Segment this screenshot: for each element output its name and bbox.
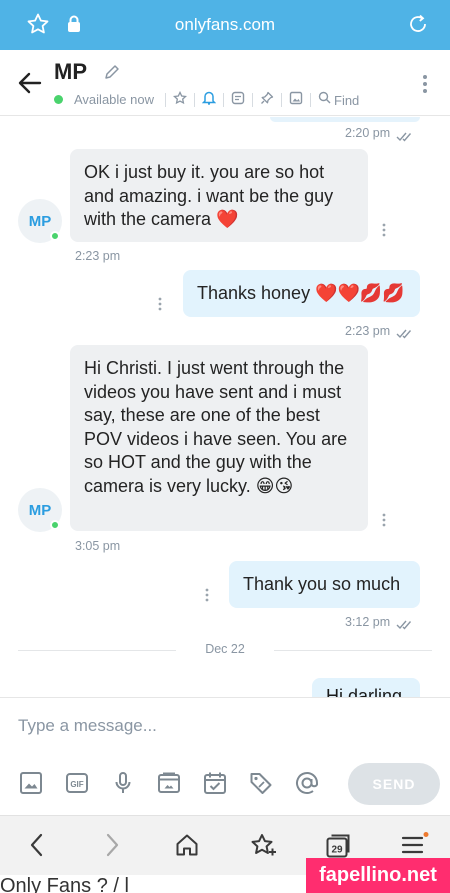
url-text[interactable]: onlyfans.com bbox=[0, 15, 450, 35]
mention-icon[interactable] bbox=[294, 770, 320, 801]
tab-count: 29 bbox=[331, 845, 343, 856]
reload-icon[interactable] bbox=[406, 12, 430, 41]
chat-header: MP Available now Find bbox=[0, 50, 450, 116]
bell-icon[interactable] bbox=[201, 90, 217, 110]
online-status-dot bbox=[54, 95, 63, 104]
forward-icon[interactable] bbox=[102, 832, 122, 863]
previous-message-bubble[interactable] bbox=[270, 117, 420, 122]
divider bbox=[310, 93, 311, 107]
date-separator: Dec 22 bbox=[18, 642, 432, 658]
message-options-icon[interactable] bbox=[205, 588, 209, 607]
gallery-icon[interactable] bbox=[289, 91, 303, 110]
composer-toolbar: GIF bbox=[18, 770, 320, 801]
avatar[interactable]: MP bbox=[18, 199, 62, 243]
message-time: 2:20 pm bbox=[345, 126, 391, 140]
message-options-icon[interactable] bbox=[382, 223, 386, 242]
edit-pencil-icon[interactable] bbox=[104, 64, 120, 85]
header-toolbar: Find bbox=[158, 90, 359, 110]
double-check-icon bbox=[396, 617, 416, 635]
avatar-initials: MP bbox=[28, 501, 52, 519]
vault-icon[interactable] bbox=[156, 770, 182, 801]
online-status-dot bbox=[50, 231, 60, 241]
online-status-dot bbox=[50, 520, 60, 530]
contact-name[interactable]: MP bbox=[54, 59, 87, 85]
divider bbox=[252, 93, 253, 107]
double-check-icon bbox=[396, 129, 416, 147]
microphone-icon[interactable] bbox=[110, 770, 136, 801]
gif-icon[interactable]: GIF bbox=[64, 770, 90, 801]
search-icon[interactable] bbox=[318, 91, 331, 109]
back-arrow-icon[interactable] bbox=[18, 72, 42, 99]
partial-bottom-text: Only Fans ? / l bbox=[0, 875, 129, 893]
find-label[interactable]: Find bbox=[334, 93, 359, 108]
message-time: 3:05 pm bbox=[75, 539, 121, 553]
svg-text:GIF: GIF bbox=[70, 780, 83, 789]
note-icon[interactable] bbox=[231, 91, 245, 110]
chat-thread[interactable]: 2:20 pm OK i just buy it. you are so hot… bbox=[0, 117, 450, 697]
send-button[interactable]: SEND bbox=[348, 763, 440, 805]
avatar-initials: MP bbox=[28, 212, 52, 230]
divider bbox=[194, 93, 195, 107]
outgoing-message[interactable]: Thanks honey ❤️❤️💋💋 bbox=[183, 270, 420, 317]
more-options-icon[interactable] bbox=[422, 74, 428, 99]
message-time: 3:12 pm bbox=[345, 615, 391, 629]
outgoing-message[interactable]: Thank you so much bbox=[229, 561, 420, 608]
browser-address-bar: onlyfans.com bbox=[0, 0, 450, 50]
incoming-message[interactable]: Hi Christi. I just went through the vide… bbox=[70, 345, 368, 531]
image-icon[interactable] bbox=[18, 770, 44, 801]
bookmarks-star-icon[interactable] bbox=[249, 832, 277, 865]
incoming-message[interactable]: OK i just buy it. you are so hot and ama… bbox=[70, 149, 368, 242]
message-options-icon[interactable] bbox=[382, 513, 386, 532]
divider bbox=[281, 93, 282, 107]
avatar[interactable]: MP bbox=[18, 488, 62, 532]
price-tag-icon[interactable] bbox=[248, 770, 274, 801]
star-icon[interactable] bbox=[172, 90, 188, 110]
schedule-calendar-icon[interactable] bbox=[202, 770, 228, 801]
home-icon[interactable] bbox=[174, 832, 200, 863]
pin-icon[interactable] bbox=[260, 91, 274, 110]
message-composer: Type a message... GIF SEND bbox=[0, 697, 450, 815]
divider bbox=[165, 93, 166, 107]
divider bbox=[223, 93, 224, 107]
message-input[interactable]: Type a message... bbox=[18, 716, 157, 736]
message-time: 2:23 pm bbox=[75, 249, 121, 263]
message-options-icon[interactable] bbox=[158, 297, 162, 316]
availability-status: Available now bbox=[74, 92, 154, 107]
double-check-icon bbox=[396, 326, 416, 344]
outgoing-message[interactable]: Hi darling bbox=[312, 678, 420, 697]
watermark-logo: fapellino.net bbox=[306, 858, 450, 893]
divider bbox=[274, 650, 432, 651]
date-label: Dec 22 bbox=[205, 642, 245, 656]
back-icon[interactable] bbox=[27, 832, 47, 863]
message-time: 2:23 pm bbox=[345, 324, 391, 338]
